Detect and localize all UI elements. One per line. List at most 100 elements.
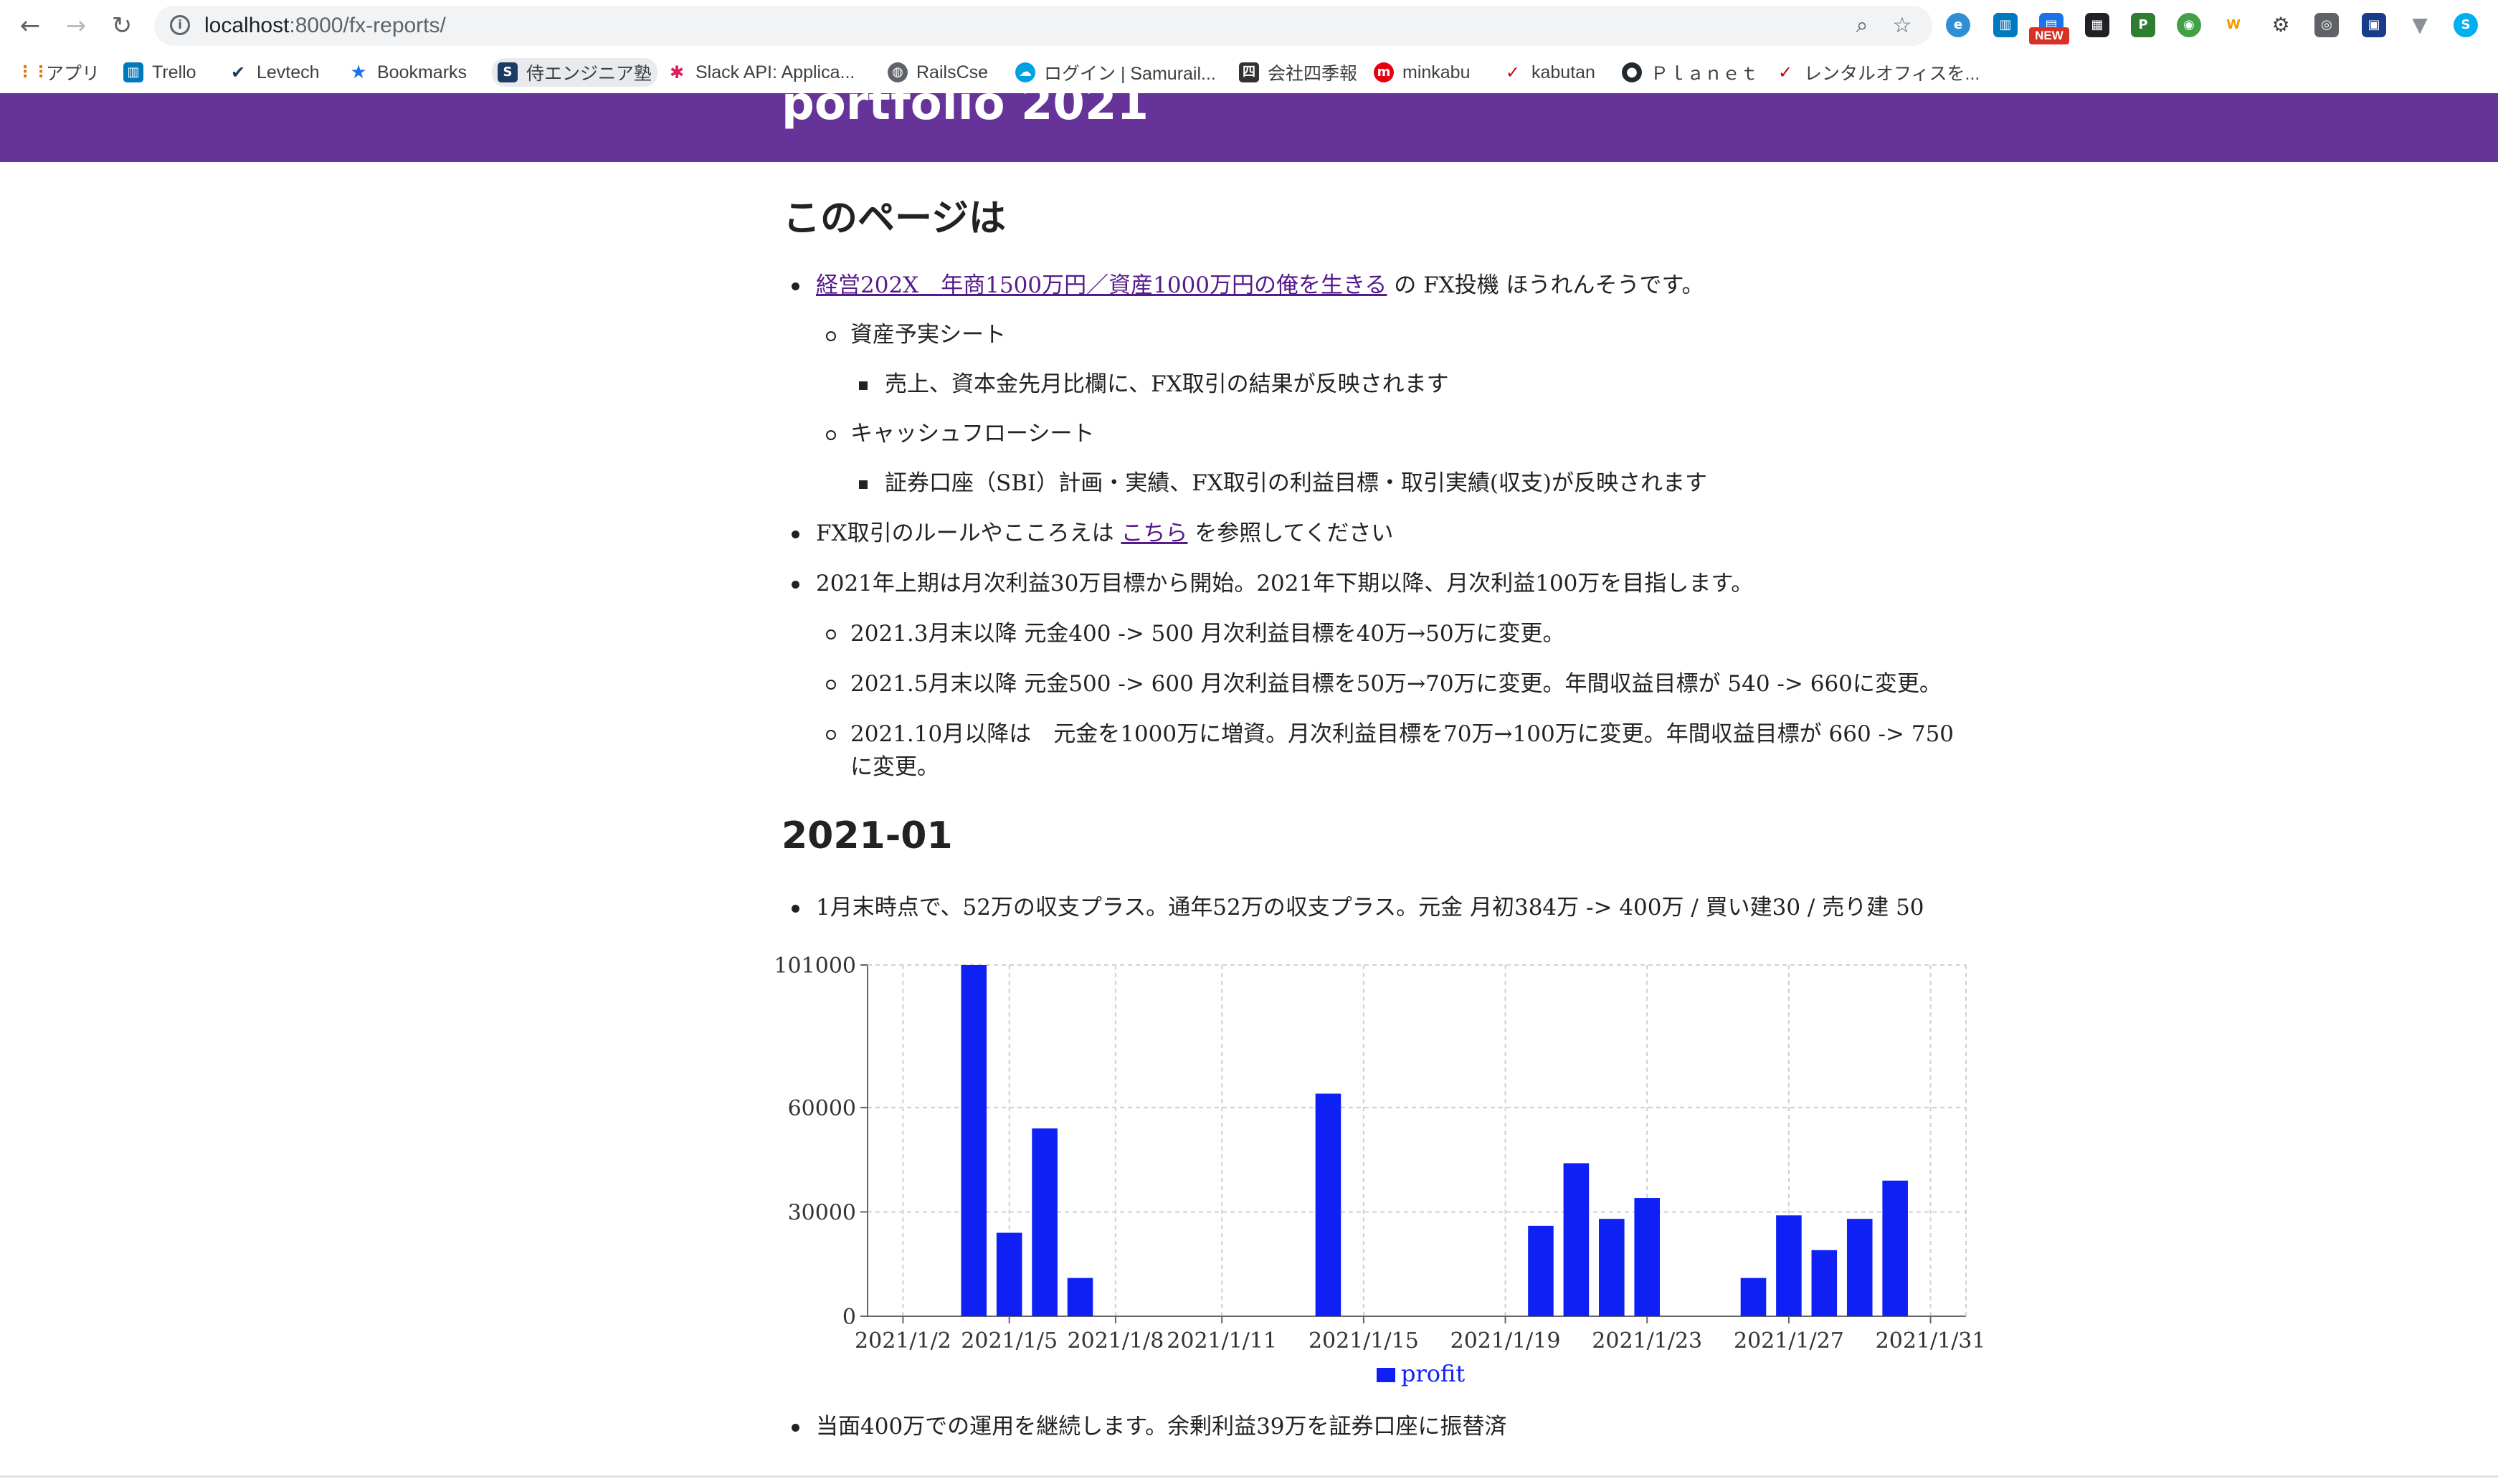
trello-icon: ▥ xyxy=(123,62,143,82)
extension-v-icon[interactable]: ▼ xyxy=(2408,13,2432,37)
bookmark-levtech[interactable]: ✔ Levtech xyxy=(228,58,320,87)
profit-bar xyxy=(1811,1250,1838,1316)
y-tick-label: 0 xyxy=(842,1305,856,1330)
bookmark-label: レンタルオフィスを... xyxy=(1804,64,1980,84)
bookmarks-bar: ⋮⋮ アプリ ▥ Trello ✔ Levtech ★ Bookmarks S 侍エンジニ… xyxy=(0,52,2498,95)
bookmark-trello[interactable]: ▥ Trello xyxy=(123,58,196,87)
profit-bar xyxy=(1740,1278,1767,1316)
list-item-plan-c: 2021.10月以降は 元金を1000万に増資。月次利益目標を70万→100万に… xyxy=(850,721,1955,747)
office-icon: ✓ xyxy=(1777,62,1793,82)
star-icon: ★ xyxy=(350,62,367,83)
bookmark-minkabu[interactable]: m minkabu xyxy=(1374,58,1471,87)
salesforce-icon: ☁ xyxy=(1015,62,1035,82)
x-tick-label: 2021/1/11 xyxy=(1167,1328,1277,1354)
list-bullet xyxy=(792,905,799,913)
extension-monitor-icon[interactable]: ▣ xyxy=(2362,13,2386,37)
list-item-plan: 2021年上期は月次利益30万目標から開始。2021年下期以降、月次利益100万… xyxy=(816,571,1754,596)
profit-bar xyxy=(1882,1180,1908,1316)
list-item-intro: 経営202X 年商1500万円／資産1000万円の俺を生きる の FX投機 ほう… xyxy=(816,271,1704,300)
bookmark-shikiho[interactable]: 四会社四季報 xyxy=(1239,58,1357,87)
bookmark-label: 会社四季報 xyxy=(1268,64,1358,84)
y-tick-label: 101000 xyxy=(774,953,856,979)
list-item-month-summary: 1月末時点で、52万の収支プラス。通年52万の収支プラス。元金 月初384万 -… xyxy=(816,895,1924,921)
extension-eye-icon[interactable]: ◎ xyxy=(2314,13,2339,37)
legend-swatch xyxy=(1377,1368,1395,1382)
reload-icon[interactable]: ↻ xyxy=(106,10,138,42)
page-bottom-edge xyxy=(0,1475,2498,1478)
extension-green-icon[interactable]: ◉ xyxy=(2177,13,2201,37)
x-tick-label: 2021/1/2 xyxy=(855,1328,951,1354)
bookmark-bookmarks[interactable]: ★ Bookmarks xyxy=(348,58,467,87)
profit-bar xyxy=(1528,1225,1554,1316)
profit-bar xyxy=(1599,1219,1625,1316)
bookmark-apps[interactable]: ⋮⋮ アプリ xyxy=(17,58,100,87)
extension-p-icon[interactable]: P xyxy=(2131,13,2155,37)
extension-gear-icon[interactable]: ⚙ xyxy=(2269,13,2293,37)
extension-qr-icon[interactable]: ▦ xyxy=(2085,13,2109,37)
list-bullet xyxy=(792,531,799,538)
extension-globe-icon[interactable]: e xyxy=(1946,13,1970,37)
bookmark-label: Slack API: Applica... xyxy=(695,62,855,82)
list-bullet xyxy=(826,629,836,639)
minkabu-icon: m xyxy=(1374,62,1394,82)
profit-bar xyxy=(1067,1278,1093,1316)
list-item-cf-sheet: キャッシュフローシート xyxy=(850,421,1095,447)
github-icon: ● xyxy=(1622,62,1642,82)
bookmark-slack-api[interactable]: ✱ Slack API: Applica... xyxy=(667,58,855,87)
extension-trello-icon[interactable]: ▥ xyxy=(1993,13,2018,37)
url-host: localhost xyxy=(204,14,290,37)
new-badge: NEW xyxy=(2029,27,2069,44)
globe-icon: ◍ xyxy=(888,62,908,82)
bookmark-label: アプリ xyxy=(46,64,100,84)
check-icon: ✔ xyxy=(230,62,246,82)
rules-text-before: FX取引のルールやこころえは xyxy=(816,520,1121,546)
x-tick-label: 2021/1/31 xyxy=(1876,1328,1986,1354)
kabutan-icon: ✓ xyxy=(1505,62,1521,82)
forward-arrow-icon[interactable]: → xyxy=(60,10,92,42)
extension-w-icon[interactable]: W xyxy=(2221,13,2246,37)
site-title[interactable]: portfolio 2021 xyxy=(782,93,1149,130)
rules-text-after: を参照してください xyxy=(1187,520,1394,546)
profit-bar xyxy=(1032,1128,1058,1316)
x-tick-label: 2021/1/27 xyxy=(1734,1328,1844,1354)
address-bar[interactable]: i localhost:8000/fx-reports/ ⌕ ☆ xyxy=(154,6,1932,46)
x-tick-label: 2021/1/8 xyxy=(1068,1328,1164,1354)
shikiho-icon: 四 xyxy=(1239,62,1259,82)
y-tick-label: 60000 xyxy=(788,1096,856,1121)
zoom-icon[interactable]: ⌕ xyxy=(1848,11,1876,40)
bookmark-railscse[interactable]: ◍ RailsCse xyxy=(888,58,988,87)
profit-bar-chart: 0 30000 60000 101000 2021/1/2 2021/1/5 2021/1/… xyxy=(774,953,1985,1387)
extension-skype-icon[interactable]: S xyxy=(2454,13,2478,37)
bookmark-planet[interactable]: ● Ｐｌａｎｅｔ xyxy=(1622,58,1758,87)
back-arrow-icon[interactable]: ← xyxy=(14,10,46,42)
list-bullet xyxy=(826,730,836,740)
profit-chart: 0 30000 60000 101000 2021/1/2 2021/1/5 2021/1/… xyxy=(774,953,1985,1391)
x-tick-label: 2021/1/5 xyxy=(961,1328,1058,1354)
x-tick-label: 2021/1/23 xyxy=(1592,1328,1702,1354)
site-info-icon[interactable]: i xyxy=(170,15,190,35)
bookmark-label: Trello xyxy=(152,62,196,82)
bookmark-kabutan[interactable]: ✓ kabutan xyxy=(1503,58,1595,87)
section-heading-2021-01: 2021-01 xyxy=(782,814,953,857)
bookmark-star-icon[interactable]: ☆ xyxy=(1888,11,1917,40)
y-tick-label: 30000 xyxy=(788,1200,856,1225)
bookmark-rental-office[interactable]: ✓ レンタルオフィスを... xyxy=(1775,58,1980,87)
list-item-footer-note: 当面400万での運用を継続します。余剰利益39万を証券口座に振替済 xyxy=(816,1414,1507,1440)
management-202x-link[interactable]: 経営202X 年商1500万円／資産1000万円の俺を生きる xyxy=(816,272,1387,298)
bookmark-label: ログイン | Samurail... xyxy=(1044,64,1216,84)
bookmark-samurai[interactable]: S 侍エンジニア塾 xyxy=(492,58,658,87)
url-text[interactable]: localhost:8000/fx-reports/ xyxy=(204,6,446,46)
url-path: :8000/fx-reports/ xyxy=(289,14,446,37)
x-tick-label: 2021/1/19 xyxy=(1450,1328,1561,1354)
list-bullet xyxy=(826,680,836,690)
list-item-plan-c-cont: に変更。 xyxy=(850,754,939,780)
profit-bar xyxy=(1776,1215,1802,1316)
slack-icon: ✱ xyxy=(669,62,685,82)
list-bullet xyxy=(826,430,836,440)
rules-link[interactable]: こちら xyxy=(1121,520,1187,546)
list-item-rules: FX取引のルールやこころえは こちら を参照してください xyxy=(816,519,1393,548)
bookmark-samurail[interactable]: ☁ ログイン | Samurail... xyxy=(1015,58,1216,87)
bookmark-label: kabutan xyxy=(1531,62,1595,82)
samurai-icon: S xyxy=(498,62,518,82)
bookmark-label: minkabu xyxy=(1402,62,1471,82)
